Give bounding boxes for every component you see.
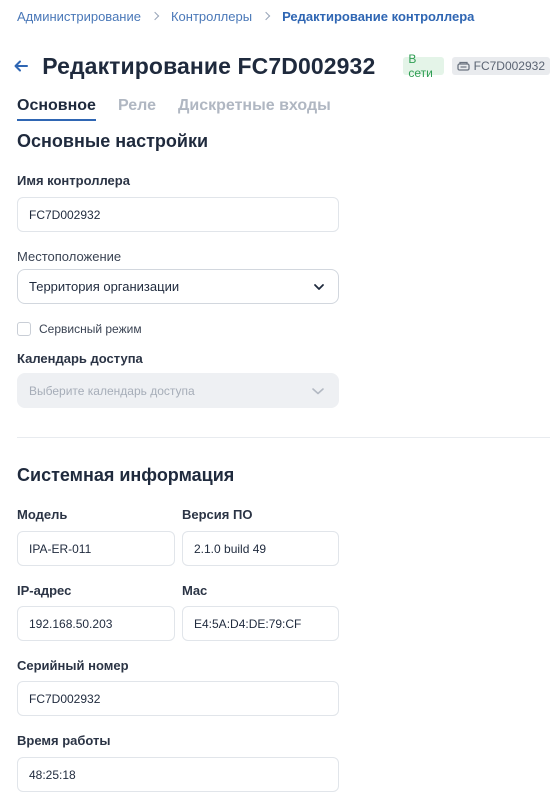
uptime-label: Время работы [17,733,111,748]
chevron-right-icon [261,11,271,21]
breadcrumb: Администрирование Контроллеры Редактиров… [17,7,474,25]
serial-badge-text: FC7D002932 [473,59,545,73]
breadcrumb-current: Редактирование контроллера [282,8,475,24]
serial-number-label: Серийный номер [17,658,129,673]
controller-name-label: Имя контроллера [17,173,130,188]
page-header: Редактирование FC7D002932 В сети FC7D002… [13,50,550,82]
controller-icon [456,61,470,71]
mac-field[interactable]: E4:5A:D4:DE:79:CF [182,606,339,641]
basic-settings-title: Основные настройки [17,131,209,151]
firmware-field[interactable]: 2.1.0 build 49 [182,531,339,566]
serial-badge: FC7D002932 [451,57,550,75]
mac-label: Mac [182,583,208,598]
location-label: Местоположение [17,249,122,264]
model-field[interactable]: IPA-ER-011 [17,531,175,566]
breadcrumb-controllers[interactable]: Контроллеры [171,9,252,24]
ip-address-field[interactable]: 192.168.50.203 [17,606,175,641]
tab-bar: Основное Реле Дискретные входы [17,97,353,121]
service-mode-checkbox[interactable] [17,322,31,336]
page-title: Редактирование FC7D002932 [42,52,376,79]
status-badge: В сети [403,52,444,80]
model-label: Модель [17,507,68,522]
chevron-down-icon [314,284,324,290]
location-select[interactable]: Территория организации [17,269,339,304]
chevron-right-icon [150,11,160,21]
section-divider [17,437,550,438]
location-select-value: Территория организации [29,279,180,294]
controller-name-input[interactable]: FC7D002932 [17,197,339,232]
tab-discrete-inputs[interactable]: Дискретные входы [178,97,331,119]
ip-address-label: IP-адрес [17,583,72,598]
uptime-field[interactable]: 48:25:18 [17,757,339,792]
service-mode-label: Сервисный режим [39,322,142,336]
chevron-down-icon [312,388,324,395]
tab-relay[interactable]: Реле [118,97,156,119]
access-calendar-label: Календарь доступа [17,351,143,366]
service-mode-row: Сервисный режим [17,321,142,337]
firmware-label: Версия ПО [182,507,253,522]
access-calendar-select: Выберите календарь доступа [17,373,339,408]
serial-number-field[interactable]: FC7D002932 [17,681,339,716]
access-calendar-placeholder: Выберите календарь доступа [29,383,195,398]
breadcrumb-administration[interactable]: Администрирование [17,9,141,24]
tab-basic[interactable]: Основное [17,97,96,121]
back-arrow-icon[interactable] [13,57,28,75]
system-info-title: Системная информация [17,465,235,485]
